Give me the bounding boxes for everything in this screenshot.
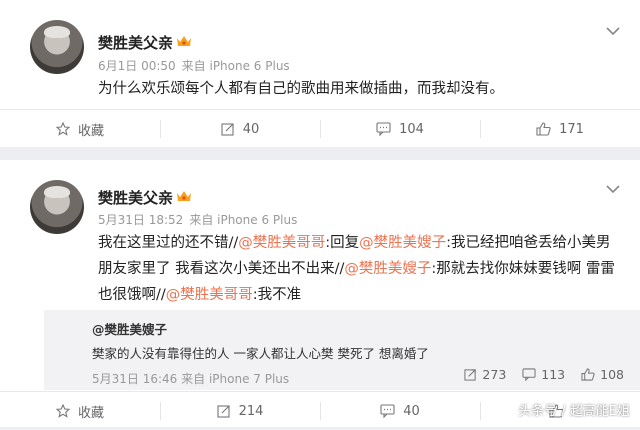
author-avatar[interactable] <box>30 20 84 74</box>
post-text: 我在这里过的还不错//@樊胜美哥哥:回复@樊胜美嫂子:我已经把咱爸丢给小美男 朋友… <box>98 230 618 308</box>
text-segment: :我不准 <box>252 287 302 303</box>
post-date[interactable]: 5月31日 18:52 <box>98 213 183 227</box>
quoted-like-count: 108 <box>600 367 624 382</box>
repost-icon <box>217 405 230 418</box>
author-avatar[interactable] <box>30 180 84 234</box>
author-name[interactable]: 樊胜美父亲 <box>98 32 173 53</box>
chevron-down-icon[interactable] <box>606 182 620 196</box>
star-icon <box>55 404 70 418</box>
repost-count: 40 <box>242 121 260 137</box>
quoted-source: 来自 iPhone 7 Plus <box>181 372 290 386</box>
comment-button[interactable]: 104 <box>320 110 480 148</box>
quoted-like[interactable]: 108 <box>581 367 624 382</box>
quoted-meta: 5月31日 16:46 来自 iPhone 7 Plus <box>92 370 289 387</box>
mention-link[interactable]: @樊胜美嫂子 <box>344 261 431 277</box>
quoted-post[interactable]: @樊胜美嫂子 樊家的人没有靠得住的人 一家人都让人心樊 樊死了 想离婚了 5月3… <box>44 310 640 390</box>
favorite-button[interactable]: 收藏 <box>0 392 160 430</box>
repost-count: 214 <box>238 403 264 419</box>
comment-count: 104 <box>399 121 424 137</box>
text-segment: 也很饿啊// <box>98 287 166 303</box>
text-segment: :那就去找你妹妹要钱啊 雷雷 <box>431 261 615 277</box>
mention-link[interactable]: @樊胜美嫂子 <box>359 235 446 251</box>
quoted-date[interactable]: 5月31日 16:46 <box>92 372 177 386</box>
crown-icon <box>176 189 192 203</box>
weibo-post-1: 樊胜美父亲 6月1日 00:50 来自 iPhone 6 Plus 为什么欢乐颂每… <box>0 0 640 147</box>
quoted-comment-count: 113 <box>541 367 566 382</box>
quoted-comment[interactable]: 113 <box>522 367 565 382</box>
post-date[interactable]: 6月1日 00:50 <box>98 59 176 73</box>
post-meta: 5月31日 18:52 来自 iPhone 6 Plus <box>98 211 303 228</box>
crown-icon <box>176 34 192 48</box>
text-segment: :我已经把咱爸丢给小美男 <box>446 235 611 251</box>
like-count: 171 <box>559 121 584 137</box>
star-icon <box>55 122 70 136</box>
quoted-stats: 273 113 108 <box>464 367 624 382</box>
comment-icon <box>380 404 395 418</box>
like-button[interactable]: 171 <box>480 110 640 148</box>
comment-button[interactable]: 40 <box>320 392 480 430</box>
text-segment: 朋友家里了 我看这次小美还出不出来// <box>98 261 345 277</box>
mention-link[interactable]: @樊胜美哥哥 <box>166 287 253 303</box>
post-source: 来自 iPhone 6 Plus <box>181 59 290 73</box>
watermark-text: 头条号 / 超高能E姐 <box>518 404 630 419</box>
repost-icon <box>464 369 477 381</box>
favorite-button[interactable]: 收藏 <box>0 110 160 148</box>
thumbs-up-icon <box>536 122 551 136</box>
post-text: 为什么欢乐颂每个人都有自己的歌曲用来做插曲，而我却没有。 <box>98 81 504 97</box>
favorite-label: 收藏 <box>77 123 104 139</box>
text-segment: :回复 <box>325 235 360 251</box>
author-name[interactable]: 樊胜美父亲 <box>98 187 173 208</box>
repost-icon <box>221 123 234 136</box>
post-meta: 6月1日 00:50 来自 iPhone 6 Plus <box>98 57 296 74</box>
text-segment: 我在这里过的还不错// <box>98 235 239 251</box>
comment-icon <box>376 122 391 136</box>
quoted-repost-count: 273 <box>482 367 507 382</box>
repost-button[interactable]: 214 <box>160 392 320 430</box>
favorite-label: 收藏 <box>77 405 104 421</box>
mention-link[interactable]: @樊胜美哥哥 <box>238 235 325 251</box>
thumbs-up-icon <box>581 368 595 381</box>
chevron-down-icon[interactable] <box>606 24 620 38</box>
quoted-text: 樊家的人没有靠得住的人 一家人都让人心樊 樊死了 想离婚了 <box>92 346 429 361</box>
comment-icon <box>522 368 536 381</box>
quoted-author[interactable]: @樊胜美嫂子 <box>92 319 167 338</box>
repost-button[interactable]: 40 <box>160 110 320 148</box>
weibo-post-2: 樊胜美父亲 5月31日 18:52 来自 iPhone 6 Plus 我在这里过的… <box>0 160 640 427</box>
post-source: 来自 iPhone 6 Plus <box>189 213 298 227</box>
quoted-repost[interactable]: 273 <box>464 367 506 382</box>
action-bar: 收藏 40 104 171 <box>0 109 640 148</box>
comment-count: 40 <box>403 403 420 419</box>
